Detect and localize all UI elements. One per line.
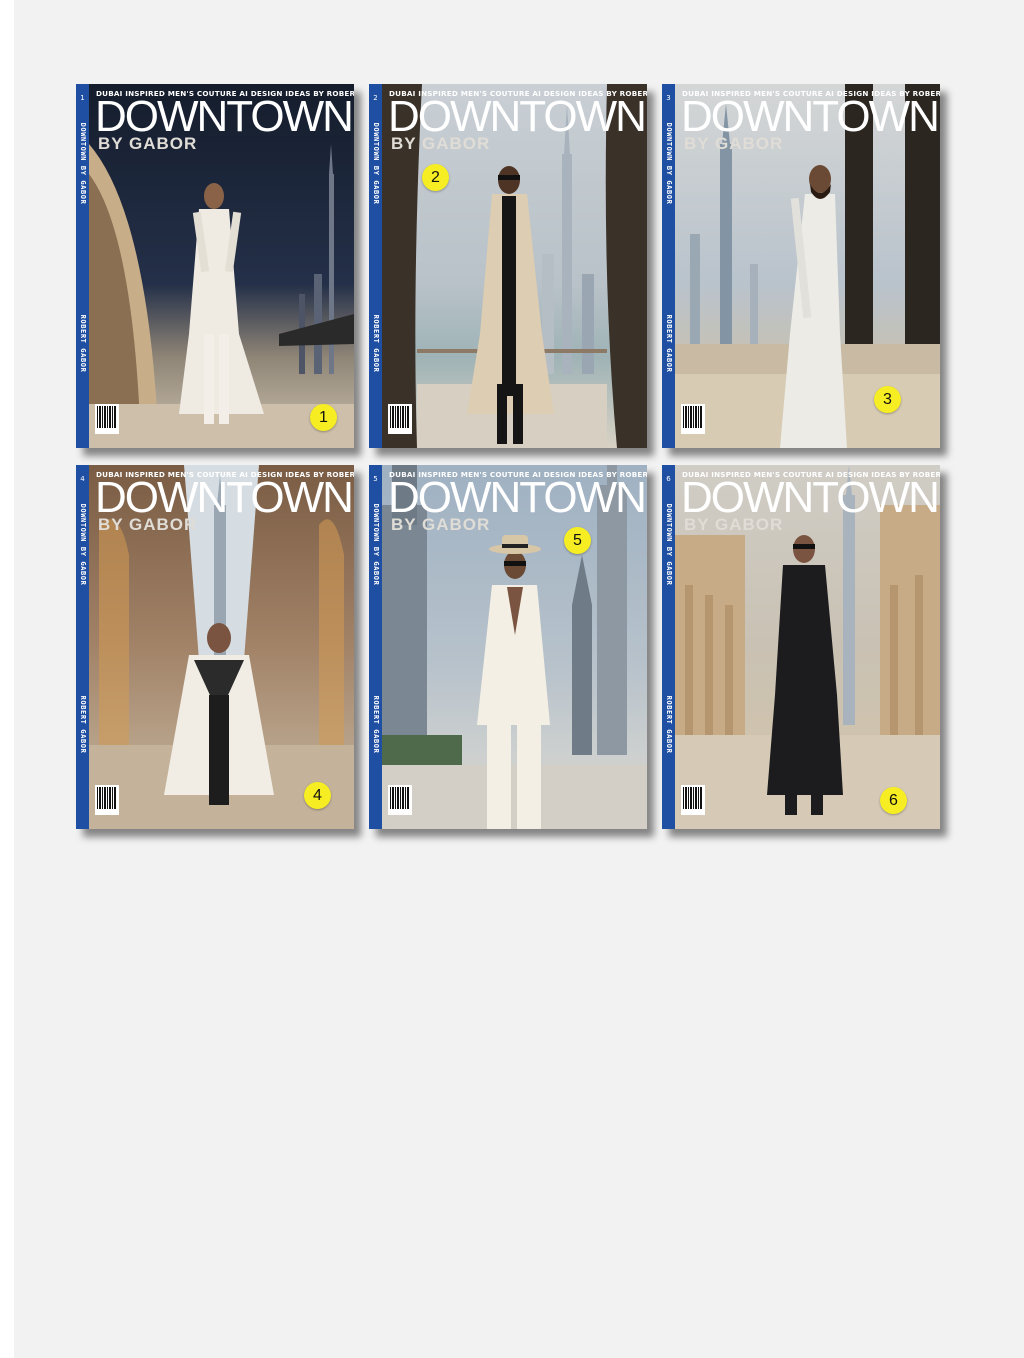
spine-title: DOWNTOWN BY GABOR — [372, 503, 380, 586]
page-background: 1 DOWNTOWN BY GABOR ROBERT GABOR DUBAI I… — [14, 0, 1024, 1358]
cover-spine: 4 DOWNTOWN BY GABOR ROBERT GABOR — [76, 465, 89, 829]
magazine-cover-2[interactable]: 2 DOWNTOWN BY GABOR ROBERT GABOR DUBAI I… — [369, 84, 647, 448]
barcode-icon — [681, 404, 705, 434]
spine-title: DOWNTOWN BY GABOR — [372, 122, 380, 205]
cover-number-badge: 1 — [310, 404, 337, 431]
cover-masthead: DOWNTOWN — [388, 92, 647, 141]
spine-author: ROBERT GABOR — [79, 695, 87, 754]
spine-author: ROBERT GABOR — [372, 314, 380, 373]
spine-title: DOWNTOWN BY GABOR — [665, 503, 673, 586]
spine-issue-number: 3 — [666, 94, 671, 102]
spine-issue-number: 6 — [666, 475, 671, 483]
spine-issue-number: 5 — [373, 475, 378, 483]
cover-masthead: DOWNTOWN — [681, 473, 940, 522]
cover-subhead: BY GABOR — [684, 134, 784, 153]
cover-masthead: DOWNTOWN — [95, 473, 354, 522]
spine-author: ROBERT GABOR — [79, 314, 87, 373]
cover-subhead: BY GABOR — [391, 515, 491, 534]
magazine-cover-1[interactable]: 1 DOWNTOWN BY GABOR ROBERT GABOR DUBAI I… — [76, 84, 354, 448]
spine-author: ROBERT GABOR — [372, 695, 380, 754]
cover-number-badge: 2 — [422, 164, 449, 191]
spine-author: ROBERT GABOR — [665, 314, 673, 373]
barcode-icon — [95, 404, 119, 434]
spine-title: DOWNTOWN BY GABOR — [79, 122, 87, 205]
cover-subhead: BY GABOR — [98, 515, 198, 534]
cover-masthead: DOWNTOWN — [681, 92, 940, 141]
spine-title: DOWNTOWN BY GABOR — [79, 503, 87, 586]
cover-masthead: DOWNTOWN — [95, 92, 354, 141]
barcode-icon — [388, 404, 412, 434]
cover-spine: 5 DOWNTOWN BY GABOR ROBERT GABOR — [369, 465, 382, 829]
cover-subhead: BY GABOR — [98, 134, 198, 153]
cover-spine: 6 DOWNTOWN BY GABOR ROBERT GABOR — [662, 465, 675, 829]
spine-author: ROBERT GABOR — [665, 695, 673, 754]
cover-spine: 3 DOWNTOWN BY GABOR ROBERT GABOR — [662, 84, 675, 448]
magazine-cover-5[interactable]: 5 DOWNTOWN BY GABOR ROBERT GABOR DUBAI I… — [369, 465, 647, 829]
cover-subhead: BY GABOR — [684, 515, 784, 534]
cover-subhead: BY GABOR — [391, 134, 491, 153]
cover-number-badge: 3 — [874, 386, 901, 413]
spine-issue-number: 2 — [373, 94, 378, 102]
cover-number-badge: 4 — [304, 782, 331, 809]
cover-number-badge: 6 — [880, 787, 907, 814]
spine-issue-number: 1 — [80, 94, 85, 102]
magazine-cover-4[interactable]: 4 DOWNTOWN BY GABOR ROBERT GABOR DUBAI I… — [76, 465, 354, 829]
magazine-cover-6[interactable]: 6 DOWNTOWN BY GABOR ROBERT GABOR DUBAI I… — [662, 465, 940, 829]
cover-spine: 1 DOWNTOWN BY GABOR ROBERT GABOR — [76, 84, 89, 448]
magazine-cover-3[interactable]: 3 DOWNTOWN BY GABOR ROBERT GABOR DUBAI I… — [662, 84, 940, 448]
barcode-icon — [95, 785, 119, 815]
spine-title: DOWNTOWN BY GABOR — [665, 122, 673, 205]
cover-number-badge: 5 — [564, 527, 591, 554]
barcode-icon — [388, 785, 412, 815]
spine-issue-number: 4 — [80, 475, 85, 483]
cover-spine: 2 DOWNTOWN BY GABOR ROBERT GABOR — [369, 84, 382, 448]
barcode-icon — [681, 785, 705, 815]
cover-masthead: DOWNTOWN — [388, 473, 647, 522]
